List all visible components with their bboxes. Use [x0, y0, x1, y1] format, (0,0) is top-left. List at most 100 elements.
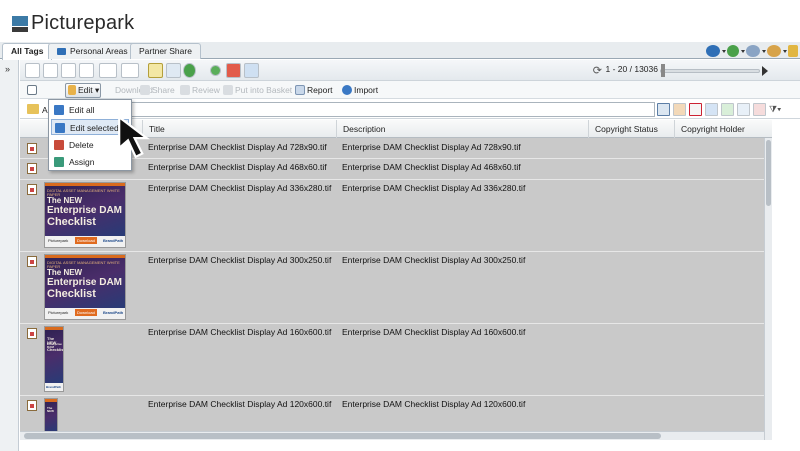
export-xls-icon[interactable]	[721, 103, 734, 116]
column-header-title[interactable]: Title	[142, 120, 336, 138]
table-row[interactable]: Enterprise DAM Checklist Display Ad 468x…	[20, 159, 772, 180]
tab-personal-areas[interactable]: Personal Areas	[48, 43, 137, 59]
remove-filter-icon[interactable]	[226, 63, 241, 78]
view-list-icon[interactable]	[25, 63, 40, 78]
cell-description: Enterprise DAM Checklist Display Ad 300x…	[342, 255, 526, 265]
table-row[interactable]: DIGITAL ASSET MANAGEMENT WHITE PAPER The…	[20, 252, 772, 324]
share-button[interactable]: Share	[140, 84, 175, 96]
asset-table: Title Description Copyright Status Copyr…	[20, 120, 772, 440]
select-toggle-icon[interactable]	[166, 63, 181, 78]
export-pdf-icon[interactable]	[689, 103, 702, 116]
thumb-line3: Checklist	[47, 288, 96, 300]
tif-file-icon	[27, 184, 37, 195]
next-page-icon[interactable]	[762, 66, 768, 76]
basket-icon	[223, 85, 233, 95]
edit-button-label-wrap[interactable]: Edit ▾	[68, 84, 99, 96]
thumb-brand-right: BrandPath	[103, 310, 124, 315]
thumb-line1: The NEW	[47, 196, 83, 205]
app-logo[interactable]: Picturepark	[12, 12, 134, 35]
tif-file-icon	[27, 256, 37, 267]
report-button[interactable]: Report	[295, 84, 333, 96]
expand-panel-icon[interactable]: »	[5, 64, 10, 74]
table-row[interactable]: The NEW Enterprise DAM Checklist BrandPa…	[20, 324, 772, 396]
import-button[interactable]: Import	[342, 84, 378, 96]
tab-partner-share[interactable]: Partner Share	[130, 43, 201, 59]
cell-title: Enterprise DAM Checklist Display Ad 468x…	[148, 162, 327, 172]
view-large-thumbs-icon[interactable]	[79, 63, 94, 78]
folder-icon	[57, 48, 66, 55]
action-toolbar: Edit ▾ Download Share Review Put into Ba…	[20, 81, 800, 99]
vertical-scroll-thumb[interactable]	[766, 140, 771, 206]
right-gutter	[772, 120, 800, 451]
globe-icon[interactable]	[183, 63, 196, 78]
column-header-copyright-status[interactable]: Copyright Status	[588, 120, 674, 138]
horizontal-scrollbar[interactable]	[20, 431, 764, 440]
export-list-icon[interactable]	[657, 103, 670, 116]
refresh-icon[interactable]: ⟳	[593, 64, 602, 77]
status-icon[interactable]	[210, 65, 221, 76]
export-image-icon[interactable]	[673, 103, 686, 116]
export-doc-icon[interactable]	[705, 103, 718, 116]
thumb-line2: Enterprise DAM	[47, 277, 123, 288]
thumb-brand-left: Picturepark	[48, 310, 69, 315]
cell-title: Enterprise DAM Checklist Display Ad 728x…	[148, 142, 327, 152]
review-icon	[180, 85, 190, 95]
calendar-icon[interactable]	[244, 63, 259, 78]
cell-description: Enterprise DAM Checklist Display Ad 336x…	[342, 183, 526, 193]
pencil-icon	[68, 85, 76, 95]
left-collapse-bar[interactable]: »	[0, 60, 19, 451]
cell-title: Enterprise DAM Checklist Display Ad 336x…	[148, 183, 332, 193]
export-other-icon[interactable]	[753, 103, 766, 116]
tif-file-icon	[27, 328, 37, 339]
menu-item-label: Delete	[69, 140, 94, 150]
tab-label: All Tags	[11, 46, 44, 56]
paging-info: 1 - 20 / 13036	[605, 64, 658, 74]
review-button[interactable]: Review	[180, 84, 220, 96]
export-icons: ⧩▾	[657, 103, 785, 116]
view-small-thumbs-icon[interactable]	[43, 63, 58, 78]
thumb-brand-right: BrandPath	[46, 385, 62, 389]
view-medium-thumbs-icon[interactable]	[61, 63, 76, 78]
status-bar	[20, 440, 800, 451]
user-icon[interactable]	[767, 44, 787, 57]
asset-thumbnail[interactable]: The NEW Enterprise DAM Checklist BrandPa…	[44, 326, 64, 392]
report-icon	[295, 85, 305, 95]
filter-label: A	[42, 105, 48, 115]
menu-item-label: Assign	[69, 157, 95, 167]
delete-icon	[54, 140, 64, 150]
filter-toggle-icon[interactable]	[148, 63, 163, 78]
basket-button[interactable]: Put into Basket	[223, 84, 292, 96]
columns-select-icon[interactable]	[99, 63, 117, 78]
asset-thumbnail[interactable]: DIGITAL ASSET MANAGEMENT WHITE PAPER The…	[44, 254, 126, 320]
page-slider[interactable]	[660, 69, 760, 73]
cell-description: Enterprise DAM Checklist Display Ad 120x…	[342, 399, 526, 409]
select-all-checkbox[interactable]	[27, 84, 39, 96]
sync-icon[interactable]	[727, 44, 745, 57]
search-input[interactable]	[128, 102, 655, 117]
export-html-icon[interactable]	[737, 103, 750, 116]
vertical-scrollbar[interactable]	[764, 138, 772, 440]
import-label: Import	[354, 85, 379, 95]
thumb-brand-right: BrandPath	[103, 238, 124, 243]
asset-thumbnail[interactable]: DIGITAL ASSET MANAGEMENT WHITE PAPER The…	[44, 182, 126, 248]
import-icon	[342, 85, 352, 95]
column-header-description[interactable]: Description	[336, 120, 588, 138]
column-header-copyright-holder[interactable]: Copyright Holder	[674, 120, 772, 138]
menu-item-label: Edit all	[69, 105, 95, 115]
settings-icon[interactable]	[746, 44, 766, 57]
page-slider-handle[interactable]	[661, 64, 665, 77]
tab-all-tags[interactable]: All Tags	[2, 43, 53, 60]
thumb-button: Download	[75, 237, 97, 244]
horizontal-scroll-thumb[interactable]	[24, 433, 661, 439]
cell-title: Enterprise DAM Checklist Display Ad 300x…	[148, 255, 332, 265]
header-icons	[706, 42, 798, 59]
review-label: Review	[192, 85, 220, 95]
help-icon[interactable]	[706, 44, 726, 57]
sort-select-icon[interactable]	[121, 63, 139, 78]
key-icon[interactable]	[788, 44, 798, 57]
thumb-button: Download	[75, 309, 97, 316]
filter-funnel-icon[interactable]: ⧩▾	[769, 103, 785, 116]
cell-description: Enterprise DAM Checklist Display Ad 160x…	[342, 327, 526, 337]
logo-text: Picturepark	[31, 12, 135, 34]
table-row[interactable]: DIGITAL ASSET MANAGEMENT WHITE PAPER The…	[20, 180, 772, 252]
